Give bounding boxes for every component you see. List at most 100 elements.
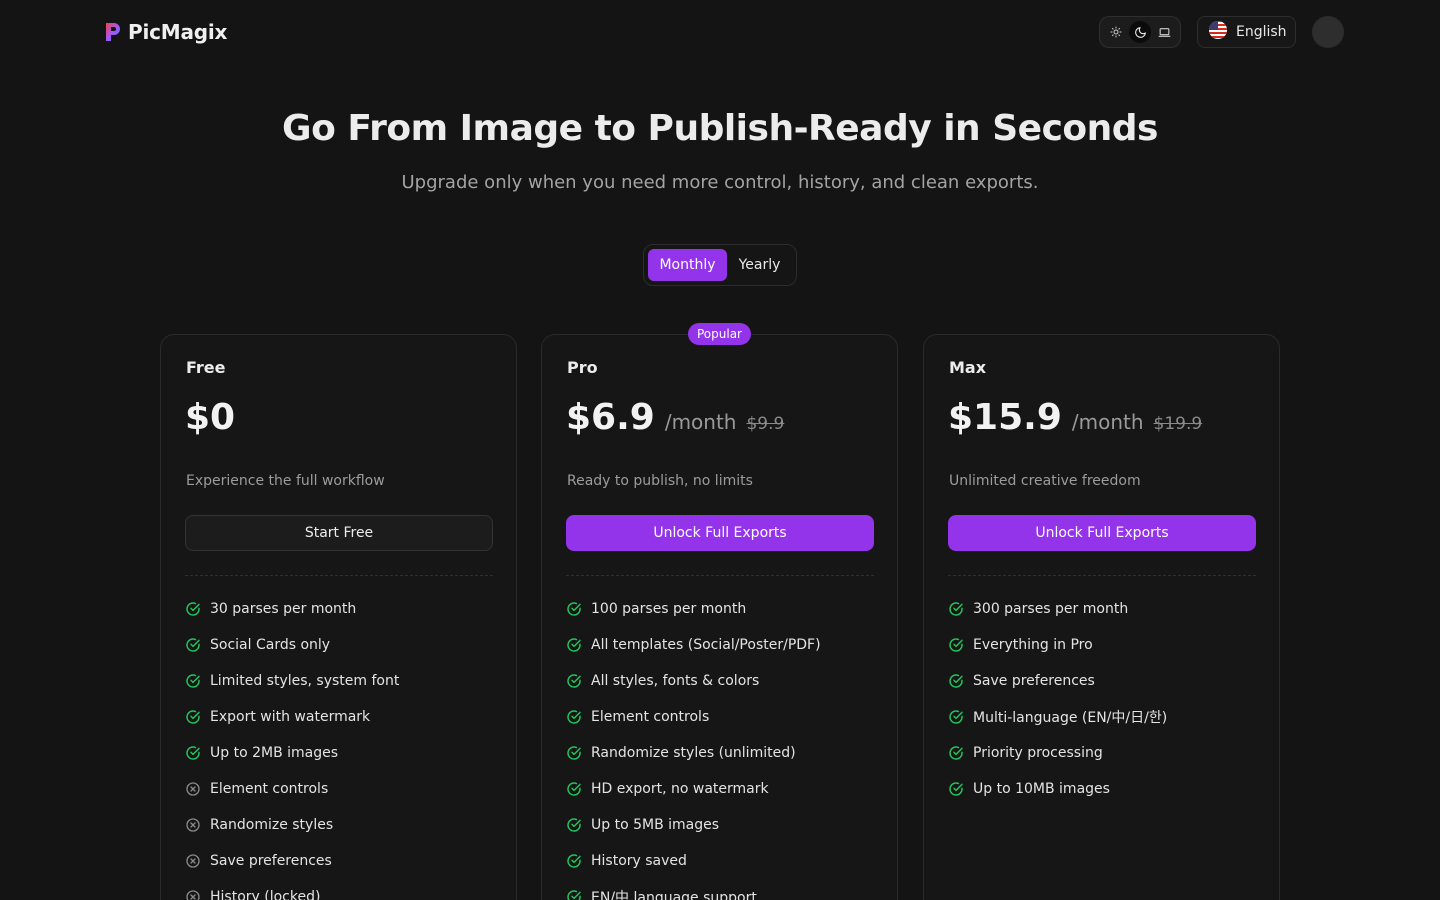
feature-text: Save preferences [210, 853, 332, 869]
language-label: English [1236, 24, 1287, 40]
check-circle-icon [185, 673, 201, 689]
check-circle-icon [948, 601, 964, 617]
check-circle-icon [566, 673, 582, 689]
feature-item: Limited styles, system font [185, 663, 399, 699]
feature-text: Limited styles, system font [210, 673, 400, 689]
popular-badge: Popular [688, 323, 751, 345]
x-circle-icon [185, 853, 201, 869]
top-nav: PicMagix English [0, 0, 1440, 64]
plan-price: $6.9 [566, 397, 655, 438]
check-circle-icon [185, 637, 201, 653]
check-circle-icon [948, 745, 964, 761]
feature-item: EN/中 language support [566, 879, 821, 900]
x-circle-icon [185, 889, 201, 900]
feature-list: 30 parses per month Social Cards only Limi… [185, 591, 399, 900]
us-flag-icon [1208, 20, 1228, 44]
plan-price: $15.9 [948, 397, 1062, 438]
check-circle-icon [948, 673, 964, 689]
x-circle-icon [185, 817, 201, 833]
plan-description: Unlimited creative freedom [949, 473, 1141, 489]
feature-text: Multi-language (EN/中/日/한) [973, 710, 1168, 726]
feature-text: 100 parses per month [591, 601, 747, 617]
feature-text: Randomize styles [210, 817, 334, 833]
feature-item: HD export, no watermark [566, 771, 821, 807]
feature-text: 30 parses per month [210, 601, 357, 617]
feature-item: All styles, fonts & colors [566, 663, 821, 699]
billing-monthly-button[interactable]: Monthly [648, 249, 727, 281]
sun-icon[interactable] [1105, 21, 1127, 43]
feature-item: History (locked) [185, 879, 399, 900]
billing-yearly-button[interactable]: Yearly [727, 249, 792, 281]
plan-description: Experience the full workflow [186, 473, 385, 489]
feature-item: Up to 5MB images [566, 807, 821, 843]
check-circle-icon [948, 637, 964, 653]
feature-text: History saved [591, 853, 687, 869]
feature-item: Priority processing [948, 735, 1167, 771]
feature-item: Export with watermark [185, 699, 399, 735]
divider [566, 575, 874, 576]
feature-item: Up to 10MB images [948, 771, 1167, 807]
feature-list: 100 parses per month All templates (Socia… [566, 591, 821, 900]
feature-item: 300 parses per month [948, 591, 1167, 627]
check-circle-icon [566, 781, 582, 797]
feature-item: Save preferences [185, 843, 399, 879]
laptop-icon[interactable] [1153, 21, 1175, 43]
feature-item: Social Cards only [185, 627, 399, 663]
plan-name: Pro [567, 358, 598, 377]
picmagix-logo-icon [104, 21, 122, 43]
brand[interactable]: PicMagix [104, 20, 227, 44]
feature-text: Export with watermark [210, 709, 371, 725]
feature-text: Everything in Pro [973, 637, 1093, 653]
check-circle-icon [566, 853, 582, 869]
billing-period-toggle: Monthly Yearly [643, 244, 797, 286]
plan-period: /month [664, 410, 737, 434]
theme-switcher [1099, 16, 1181, 48]
original-price: $19.9 [1153, 414, 1203, 434]
feature-text: 300 parses per month [973, 601, 1129, 617]
check-circle-icon [948, 709, 964, 725]
plan-name: Free [186, 358, 226, 377]
feature-item: Element controls [566, 699, 821, 735]
check-circle-icon [566, 709, 582, 725]
feature-item: Randomize styles [185, 807, 399, 843]
plan-card-max: Max $15.9 /month $19.9 Unlimited creativ… [923, 334, 1280, 900]
plan-card-pro: Pro $6.9 /month $9.9 Ready to publish, n… [541, 334, 898, 900]
feature-item: Element controls [185, 771, 399, 807]
unlock-full-exports-button[interactable]: Unlock Full Exports [566, 515, 874, 551]
feature-list: 300 parses per month Everything in Pro Sav… [948, 591, 1167, 807]
plan-description: Ready to publish, no limits [567, 473, 753, 489]
price-row: $6.9 /month $9.9 [566, 397, 784, 438]
moon-icon[interactable] [1129, 21, 1151, 43]
feature-text: Up to 2MB images [210, 745, 339, 761]
feature-text: All templates (Social/Poster/PDF) [591, 637, 821, 653]
feature-item: History saved [566, 843, 821, 879]
feature-item: Randomize styles (unlimited) [566, 735, 821, 771]
check-circle-icon [566, 817, 582, 833]
feature-item: 100 parses per month [566, 591, 821, 627]
check-circle-icon [948, 781, 964, 797]
feature-item: Multi-language (EN/中/日/한) [948, 699, 1167, 735]
check-circle-icon [185, 709, 201, 725]
page-subtitle: Upgrade only when you need more control,… [401, 172, 1039, 193]
feature-item: Everything in Pro [948, 627, 1167, 663]
language-selector[interactable]: English [1197, 16, 1296, 48]
feature-item: All templates (Social/Poster/PDF) [566, 627, 821, 663]
feature-text: History (locked) [210, 889, 321, 900]
check-circle-icon [566, 637, 582, 653]
plan-price: $0 [185, 397, 236, 438]
original-price: $9.9 [746, 414, 785, 434]
check-circle-icon [566, 601, 582, 617]
divider [185, 575, 493, 576]
feature-text: Priority processing [973, 745, 1103, 761]
check-circle-icon [566, 889, 582, 900]
feature-text: Element controls [210, 781, 329, 797]
start-free-button[interactable]: Start Free [185, 515, 493, 551]
unlock-full-exports-button[interactable]: Unlock Full Exports [948, 515, 1256, 551]
check-circle-icon [566, 745, 582, 761]
check-circle-icon [185, 745, 201, 761]
avatar[interactable] [1312, 16, 1344, 48]
feature-text: Randomize styles (unlimited) [591, 745, 796, 761]
feature-text: Up to 5MB images [591, 817, 720, 833]
plan-period: /month [1071, 410, 1144, 434]
brand-name: PicMagix [128, 20, 228, 44]
